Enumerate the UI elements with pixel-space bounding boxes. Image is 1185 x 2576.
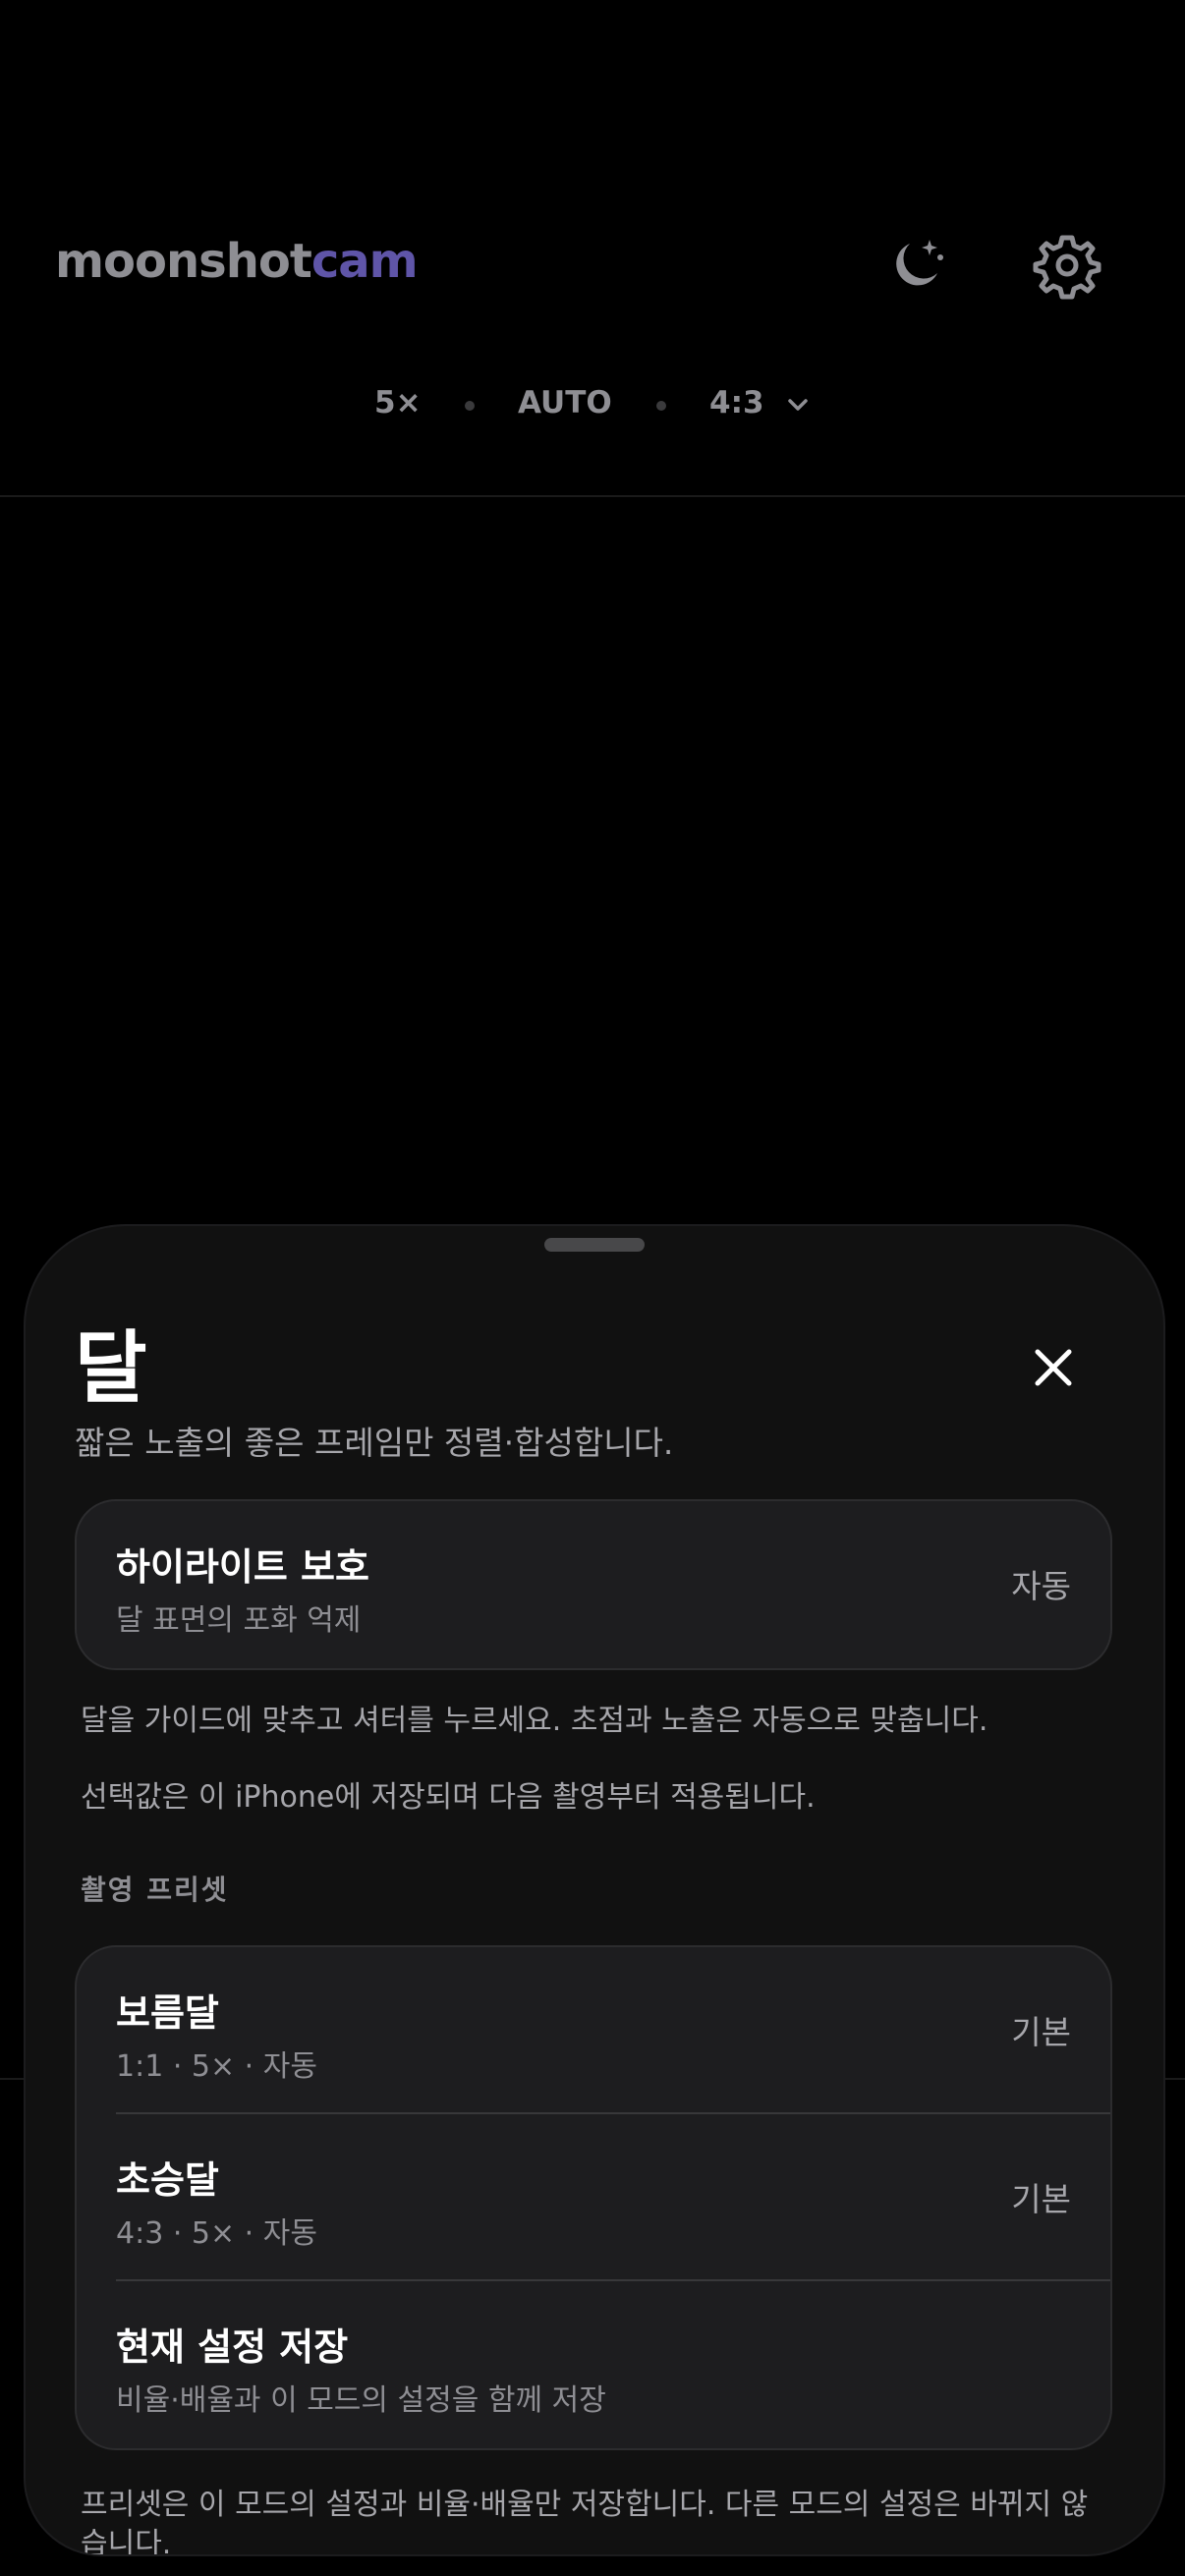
preset-subtitle: 4:3 · 5× · 자동 bbox=[116, 2216, 317, 2251]
zoom-level[interactable]: 5× bbox=[374, 385, 422, 420]
presets-card: 보름달 1:1 · 5× · 자동 기본 초승달 4:3 · 5× · 자동 기… bbox=[75, 1945, 1112, 2450]
exposure-mode[interactable]: AUTO bbox=[518, 385, 612, 420]
aspect-ratio[interactable]: 4:3 bbox=[709, 385, 764, 420]
row-subtitle: 달 표면의 포화 억제 bbox=[116, 1603, 362, 1638]
row-title: 하이라이트 보호 bbox=[116, 1545, 369, 1589]
camera-status-bar: 5× AUTO 4:3 bbox=[0, 385, 1185, 426]
preset-row-full-moon[interactable]: 보름달 1:1 · 5× · 자동 기본 bbox=[77, 1947, 1110, 2114]
preset-subtitle: 비율·배율과 이 모드의 설정을 함께 저장 bbox=[116, 2383, 606, 2418]
sheet-title: 달 bbox=[75, 1322, 147, 1414]
close-button[interactable] bbox=[1028, 1342, 1079, 1393]
gear-icon bbox=[1033, 235, 1101, 300]
night-mode-button[interactable] bbox=[880, 230, 951, 301]
highlight-protection-row[interactable]: 하이라이트 보호 달 표면의 포화 억제 자동 bbox=[77, 1501, 1110, 1668]
save-current-settings-row[interactable]: 현재 설정 저장 비율·배율과 이 모드의 설정을 함께 저장 bbox=[77, 2281, 1110, 2448]
preset-value: 기본 bbox=[1011, 2180, 1071, 2218]
preset-title: 보름달 bbox=[116, 1991, 219, 2035]
settings-button[interactable] bbox=[1032, 230, 1102, 301]
presets-header: 촬영 프리셋 bbox=[81, 1874, 229, 1906]
brand-cam: cam bbox=[310, 234, 419, 289]
app-brand: moonshotcam bbox=[55, 234, 419, 289]
preset-title: 초승달 bbox=[116, 2158, 219, 2202]
viewfinder-top-divider bbox=[0, 495, 1185, 497]
highlight-protection-card[interactable]: 하이라이트 보호 달 표면의 포화 억제 자동 bbox=[75, 1499, 1112, 1670]
sheet-subtitle: 짧은 노출의 좋은 프레임만 정렬·합성합니다. bbox=[75, 1424, 674, 1462]
footer-note: 프리셋은 이 모드의 설정과 비율·배율만 저장합니다. 다른 모드의 설정은 … bbox=[81, 2488, 1089, 2556]
preset-subtitle: 1:1 · 5× · 자동 bbox=[116, 2049, 317, 2084]
brand-moonshot: moonshot bbox=[55, 234, 312, 289]
preset-title: 현재 설정 저장 bbox=[116, 2325, 349, 2369]
separator-dot bbox=[656, 401, 666, 411]
guide-text: 달을 가이드에 맞추고 셔터를 누르세요. 초점과 노출은 자동으로 맞춥니다. bbox=[81, 1704, 988, 1738]
close-icon bbox=[1035, 1349, 1072, 1386]
row-value: 자동 bbox=[1011, 1567, 1071, 1605]
sheet-drag-handle[interactable] bbox=[544, 1238, 645, 1252]
separator-dot bbox=[465, 401, 475, 411]
chevron-down-icon[interactable] bbox=[784, 391, 812, 419]
preset-row-crescent-moon[interactable]: 초승달 4:3 · 5× · 자동 기본 bbox=[77, 2114, 1110, 2281]
preset-value: 기본 bbox=[1011, 2013, 1071, 2051]
mode-settings-sheet: 달 짧은 노출의 좋은 프레임만 정렬·합성합니다. 하이라이트 보호 달 표면… bbox=[24, 1224, 1165, 2556]
storage-note: 선택값은 이 iPhone에 저장되며 다음 촬영부터 적용됩니다. bbox=[81, 1780, 816, 1815]
moon-stars-icon bbox=[896, 240, 943, 286]
